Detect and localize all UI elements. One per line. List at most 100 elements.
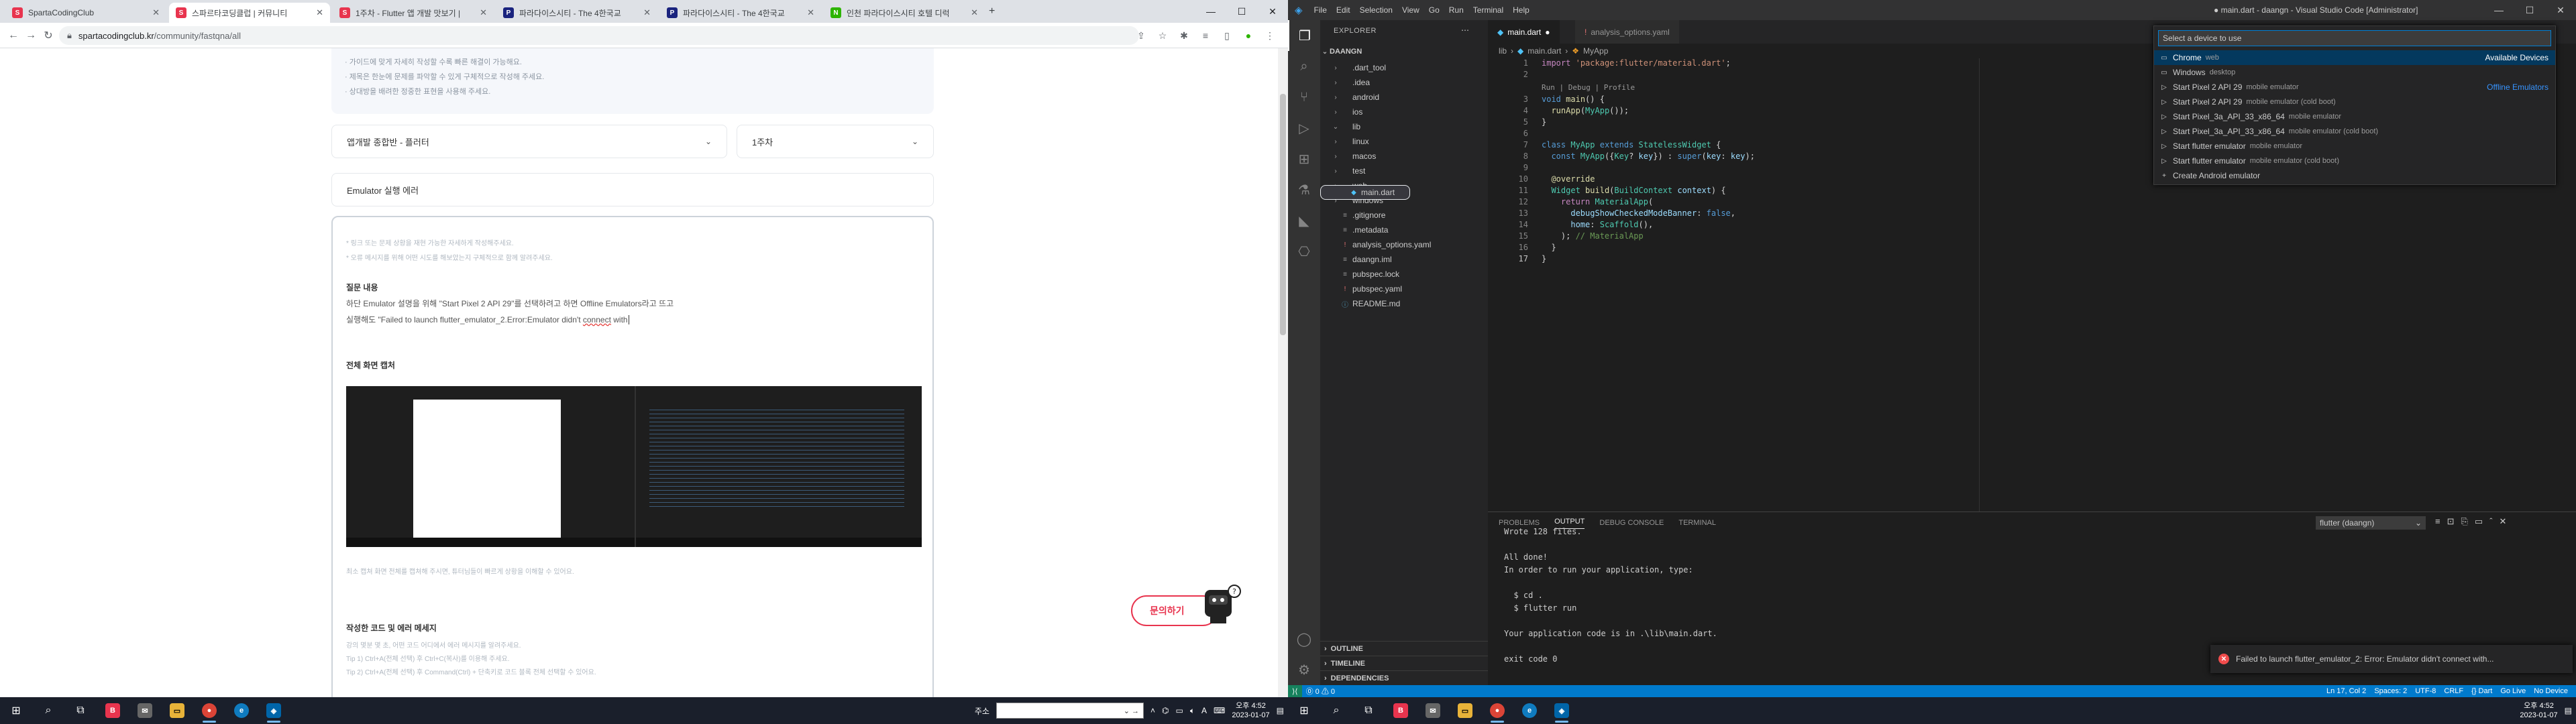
close-tab-icon[interactable]: ✕ (971, 7, 978, 18)
tree-file[interactable]: ≡ pubspec.lock (1320, 267, 1488, 282)
keyboard-icon[interactable]: ⌨ (1214, 706, 1225, 715)
maximize-icon[interactable]: ☐ (1226, 0, 1257, 23)
device-option[interactable]: ▭ Chrome web Available Devices (2154, 50, 2555, 65)
lock-scroll-icon[interactable]: ⊡ (2447, 516, 2455, 527)
more-icon[interactable]: ⋮ (1263, 27, 1277, 44)
source-control-icon[interactable]: ⑂ (1288, 82, 1320, 113)
status-item[interactable]: UTF-8 (2411, 687, 2440, 695)
address-toolbar-input[interactable]: ⌄ → (996, 703, 1144, 719)
clear-icon[interactable]: ⎘ (2461, 516, 2468, 527)
menu-item[interactable]: View (1397, 5, 1424, 15)
bookmark-star-icon[interactable]: ☆ (1155, 27, 1170, 44)
search-icon[interactable]: ⌕ (1288, 51, 1320, 82)
file-explorer-icon[interactable]: ▭ (1449, 697, 1481, 724)
task-view-icon[interactable]: ⧉ (64, 697, 97, 724)
device-option[interactable]: ▷ Start Pixel 2 API 29 mobile emulator (co… (2154, 95, 2555, 109)
edge-taskbar-icon[interactable]: e (225, 697, 258, 724)
run-debug-icon[interactable]: ▷ (1288, 113, 1320, 143)
dependencies-section[interactable]: › DEPENDENCIES (1320, 670, 1488, 685)
address-bar[interactable]: 🔒︎ spartacodingclub.kr/community/fastqna… (59, 26, 1139, 45)
menu-item[interactable]: Help (1508, 5, 1534, 15)
browser-tab[interactable]: S SpartaCodingClub ✕ (5, 3, 166, 23)
device-option[interactable]: ▷ Start Pixel_3a_API_33_x86_64 mobile emul… (2154, 109, 2555, 124)
page-scrollbar-thumb[interactable] (1280, 94, 1286, 335)
panel-tab[interactable]: DEBUG CONSOLE (1599, 519, 1664, 527)
tree-file[interactable]: ! analysis_options.yaml (1320, 237, 1488, 252)
browser-tab[interactable]: S 1주차 - Flutter 앱 개발 맛보기 | ✕ (333, 3, 494, 23)
close-tab-icon[interactable]: ✕ (807, 7, 814, 18)
forward-button[interactable]: → (23, 27, 39, 44)
remote-icon[interactable]: ⎔ (1288, 236, 1320, 267)
device-option[interactable]: ▷ Start Pixel 2 API 29 mobile emulator Offl… (2154, 80, 2555, 95)
close-icon[interactable]: ✕ (2545, 0, 2576, 20)
menu-item[interactable]: Go (1424, 5, 1444, 15)
gear-icon[interactable]: ⚙ (1288, 654, 1320, 685)
question-body-editor[interactable]: * 링크 또는 문제 상황을 재현 가능한 자세하게 작성해주세요. * 오류 … (331, 216, 934, 697)
edge-taskbar-icon[interactable]: e (1513, 697, 1546, 724)
minimize-icon[interactable]: — (1195, 0, 1226, 23)
flutter-icon[interactable]: ◣ (1288, 205, 1320, 236)
tree-folder[interactable]: › android (1320, 90, 1488, 105)
browser-tab[interactable]: N 인천 파라다이스시티 호텔 디럭 ✕ (824, 3, 985, 23)
tree-folder[interactable]: › ios (1320, 105, 1488, 119)
chatbot-mascot-icon[interactable]: ? (1201, 581, 1242, 625)
file-explorer-icon[interactable]: ▭ (161, 697, 193, 724)
clock[interactable]: 오후 4:52 2023-01-07 (2520, 701, 2557, 720)
device-option[interactable]: ▷ Start flutter emulator mobile emulator (… (2154, 154, 2555, 168)
chevron-up-icon[interactable]: ˆ (2489, 516, 2492, 527)
breadcrumb-item[interactable]: lib (1499, 46, 1507, 56)
close-tab-icon[interactable]: ✕ (316, 7, 323, 18)
tree-file[interactable]: ◆ main.dart (1320, 185, 1411, 200)
clock[interactable]: 오후 4:52 2023-01-07 (1232, 701, 1269, 720)
menu-item[interactable]: Selection (1355, 5, 1397, 15)
menu-item[interactable]: File (1309, 5, 1332, 15)
search-icon[interactable]: ⌕ (32, 697, 64, 724)
battery-icon[interactable]: ▭ (1175, 706, 1183, 715)
tree-file[interactable]: ≡ daangn.iml (1320, 252, 1488, 267)
chrome-taskbar-icon[interactable]: ● (1481, 697, 1513, 724)
browser-tab[interactable]: S 스파르타코딩클럽 | 커뮤니티 ✕ (169, 3, 330, 23)
start-icon[interactable]: ⊞ (0, 697, 32, 724)
vscode-taskbar-icon[interactable]: ◈ (258, 697, 290, 724)
back-button[interactable]: ← (5, 27, 21, 44)
question-title-input[interactable]: Emulator 실행 에러 (331, 173, 934, 206)
ime-indicator[interactable]: A (1201, 706, 1207, 715)
project-root[interactable]: ⌄ DAANGN (1320, 44, 1488, 59)
close-tab-icon[interactable]: ✕ (152, 7, 160, 18)
tree-file[interactable]: ! pubspec.yaml (1320, 282, 1488, 296)
tree-folder[interactable]: › .dart_tool (1320, 60, 1488, 75)
close-icon[interactable]: ✕ (2500, 516, 2507, 527)
outline-section[interactable]: › OUTLINE (1320, 641, 1488, 656)
output-channel-select[interactable]: flutter (daangn) ⌄ (2316, 516, 2426, 530)
testing-icon[interactable]: ⚗ (1288, 174, 1320, 205)
code-lens[interactable]: Run | Debug | Profile (1542, 83, 1635, 92)
tree-folder[interactable]: › .idea (1320, 75, 1488, 90)
unsaved-dot-icon[interactable]: ● (1545, 27, 1550, 37)
account-icon[interactable]: ◯ (1288, 623, 1320, 654)
breadcrumb-item[interactable]: main.dart (1527, 46, 1561, 56)
sidepanel-icon[interactable]: ▯ (1220, 27, 1234, 44)
panel-tab[interactable]: PROBLEMS (1499, 519, 1540, 527)
more-icon[interactable]: ⋯ (1461, 25, 1469, 35)
close-tab-icon[interactable]: ✕ (643, 7, 651, 18)
panel-tab[interactable]: TERMINAL (1678, 519, 1716, 527)
browser-tab[interactable]: P 파라다이스시티 - The 4한국교 ✕ (660, 3, 821, 23)
search-icon[interactable]: ⌕ (1320, 697, 1352, 724)
menu-item[interactable]: Edit (1332, 5, 1355, 15)
profile-avatar[interactable]: ● (1241, 27, 1256, 44)
device-option[interactable]: ▷ Start flutter emulator mobile emulator (2154, 139, 2555, 154)
error-notification[interactable]: ✕ Failed to launch flutter_emulator_2: E… (2210, 645, 2573, 673)
chrome-taskbar-icon[interactable]: ● (193, 697, 225, 724)
filter-icon[interactable]: ≡ (2435, 516, 2440, 527)
taskbar-app-icon[interactable]: ✉ (1417, 697, 1449, 724)
maximize-icon[interactable]: ☐ (2514, 0, 2545, 20)
tree-folder[interactable]: › macos (1320, 149, 1488, 164)
taskbar-app-icon[interactable]: ✉ (129, 697, 161, 724)
tree-file[interactable]: ⓘ README.md (1320, 296, 1488, 311)
status-item[interactable]: Go Live (2496, 687, 2530, 695)
extensions-icon[interactable]: ⊞ (1288, 143, 1320, 174)
task-view-icon[interactable]: ⧉ (1352, 697, 1385, 724)
device-option[interactable]: ▷ Start Pixel_3a_API_33_x86_64 mobile emul… (2154, 124, 2555, 139)
taskbar-app-icon[interactable]: B (97, 697, 129, 724)
tab-main-dart[interactable]: ◆ main.dart ● (1488, 20, 1560, 44)
